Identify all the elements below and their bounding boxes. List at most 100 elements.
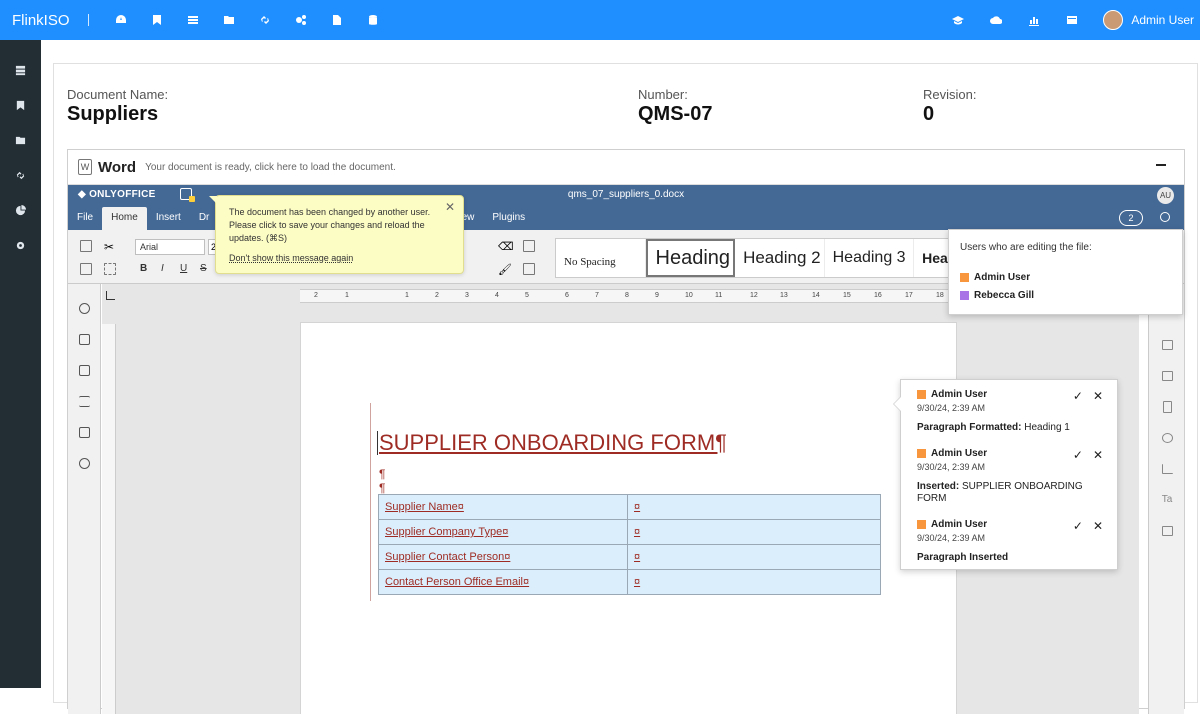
editing-users-heading: Users who are editing the file: <box>960 242 1092 253</box>
avatar[interactable] <box>1103 10 1124 30</box>
style-heading-4[interactable]: Hea <box>914 239 952 277</box>
comments-icon[interactable] <box>68 324 101 355</box>
link-icon[interactable] <box>0 158 41 193</box>
cloud-upload-icon[interactable] <box>977 0 1015 40</box>
link-icon[interactable] <box>247 0 283 40</box>
text-cursor <box>377 431 378 455</box>
bold-button[interactable]: B <box>140 263 147 274</box>
underline-button[interactable]: U <box>180 263 187 274</box>
pie-chart-icon[interactable] <box>0 193 41 228</box>
bookmark-icon[interactable] <box>0 88 41 123</box>
user-color-swatch <box>960 273 969 282</box>
collaborators-button[interactable]: 2 <box>1119 210 1143 226</box>
document-name-label: Document Name: <box>67 87 169 102</box>
reject-change-icon[interactable]: ✕ <box>1093 519 1103 533</box>
user-menu[interactable]: Admin User <box>1131 13 1194 27</box>
tab-file[interactable]: File <box>68 207 102 230</box>
table-settings-icon[interactable] <box>1149 329 1185 360</box>
table-cell-label[interactable]: Supplier Contact Person¤ <box>378 544 628 570</box>
database-icon[interactable] <box>355 0 391 40</box>
cut-icon[interactable]: ✂ <box>104 240 116 254</box>
brand-logo[interactable]: FlinkISO <box>0 12 88 29</box>
mail-merge-icon[interactable] <box>523 263 535 275</box>
eraser-icon[interactable]: ⌫ <box>498 240 514 253</box>
list-icon[interactable] <box>0 53 41 88</box>
accept-change-icon[interactable]: ✓ <box>1073 519 1083 533</box>
document-heading[interactable]: SUPPLIER ONBOARDING FORM¶ <box>379 430 727 456</box>
reject-change-icon[interactable]: ✕ <box>1093 448 1103 462</box>
style-heading-1[interactable]: Heading 1 <box>645 239 736 277</box>
accept-change-icon[interactable]: ✓ <box>1073 448 1083 462</box>
table-row[interactable]: Contact Person Office Email¤ ¤ <box>378 569 881 595</box>
info-icon[interactable] <box>68 448 101 479</box>
font-name-select[interactable]: Arial <box>135 239 205 255</box>
word-load-bar[interactable]: W Word Your document is ready, click her… <box>68 150 1184 185</box>
folder-icon[interactable] <box>211 0 247 40</box>
table-cell-label[interactable]: Supplier Name¤ <box>378 494 628 520</box>
change-item: Admin User 9/30/24, 2:39 AM Paragraph Fo… <box>917 389 1107 434</box>
left-tools-panel <box>68 284 101 714</box>
tab-stop-icon[interactable] <box>106 291 115 300</box>
document-page[interactable]: SUPPLIER ONBOARDING FORM¶ ¶ ¶ Supplier N… <box>300 322 957 714</box>
chart-settings-icon[interactable] <box>1149 453 1185 484</box>
tab-home[interactable]: Home <box>102 207 147 230</box>
text-art-settings-icon[interactable]: Ta <box>1149 484 1185 515</box>
close-icon[interactable]: ✕ <box>445 200 455 214</box>
document-revision: 0 <box>923 103 935 125</box>
feedback-icon[interactable] <box>68 417 101 448</box>
table-cell-value[interactable]: ¤ <box>627 519 881 545</box>
style-no-spacing[interactable]: No Spacing <box>556 239 646 277</box>
style-heading-3[interactable]: Heading 3 <box>825 239 915 277</box>
change-actions: ✓ ✕ <box>1073 519 1103 533</box>
graduation-cap-icon[interactable] <box>939 0 977 40</box>
image-settings-icon[interactable] <box>1149 360 1185 391</box>
select-all-icon[interactable] <box>104 263 116 275</box>
shading-icon[interactable] <box>523 240 535 252</box>
bar-chart-icon[interactable] <box>1015 0 1053 40</box>
gear-icon[interactable] <box>0 228 41 263</box>
accept-change-icon[interactable]: ✓ <box>1073 389 1083 403</box>
table-row[interactable]: Supplier Contact Person¤ ¤ <box>378 544 881 570</box>
word-load-message[interactable]: Your document is ready, click here to lo… <box>145 162 396 173</box>
search-icon[interactable] <box>68 293 101 324</box>
table-row[interactable]: Supplier Name¤ ¤ <box>378 494 881 520</box>
supplier-table[interactable]: Supplier Name¤ ¤ Supplier Company Type¤ ¤ … <box>378 494 881 595</box>
style-heading-2[interactable]: Heading 2 <box>735 239 825 277</box>
table-row[interactable]: Supplier Company Type¤ ¤ <box>378 519 881 545</box>
header-footer-settings-icon[interactable] <box>1149 391 1185 422</box>
format-painter-icon[interactable]: 🖌 <box>498 263 512 276</box>
cogs-icon[interactable] <box>283 0 319 40</box>
navigation-icon[interactable] <box>68 386 101 417</box>
chat-icon[interactable] <box>68 355 101 386</box>
tab-plugins[interactable]: Plugins <box>483 207 534 230</box>
change-item: Admin User 9/30/24, 2:39 AM Paragraph In… <box>917 519 1107 564</box>
shape-settings-icon[interactable] <box>1149 422 1185 453</box>
paste-icon[interactable] <box>80 263 92 275</box>
table-cell-label[interactable]: Supplier Company Type¤ <box>378 519 628 545</box>
folder-icon[interactable] <box>0 123 41 158</box>
change-date: 9/30/24, 2:39 AM <box>917 462 986 472</box>
tooltip-message: The document has been changed by another… <box>229 207 431 243</box>
credit-card-icon[interactable] <box>1053 0 1091 40</box>
bookmark-icon[interactable] <box>139 0 175 40</box>
dashboard-icon[interactable] <box>103 0 139 40</box>
table-cell-value[interactable]: ¤ <box>627 544 881 570</box>
search-icon[interactable] <box>1160 212 1170 222</box>
table-cell-value[interactable]: ¤ <box>627 494 881 520</box>
minimize-icon[interactable] <box>1156 164 1166 166</box>
horizontal-ruler[interactable]: 21 12 34 56 78 9 10 11 12 13 14 15 16 17 18 <box>300 289 1005 303</box>
user-initials-avatar[interactable]: AU <box>1157 187 1174 204</box>
mail-merge-settings-icon[interactable] <box>1149 515 1185 546</box>
top-navbar-right: Admin User <box>939 0 1200 40</box>
list-icon[interactable] <box>175 0 211 40</box>
table-cell-label[interactable]: Contact Person Office Email¤ <box>378 569 628 595</box>
reject-change-icon[interactable]: ✕ <box>1093 389 1103 403</box>
tab-insert[interactable]: Insert <box>147 207 190 230</box>
strikethrough-button[interactable]: S <box>200 263 207 274</box>
dont-show-again-link[interactable]: Don't show this message again <box>229 253 353 263</box>
copy-icon[interactable] <box>80 240 92 252</box>
file-icon[interactable] <box>319 0 355 40</box>
table-cell-value[interactable]: ¤ <box>627 569 881 595</box>
vertical-ruler[interactable] <box>102 324 116 714</box>
italic-button[interactable]: I <box>161 263 164 274</box>
